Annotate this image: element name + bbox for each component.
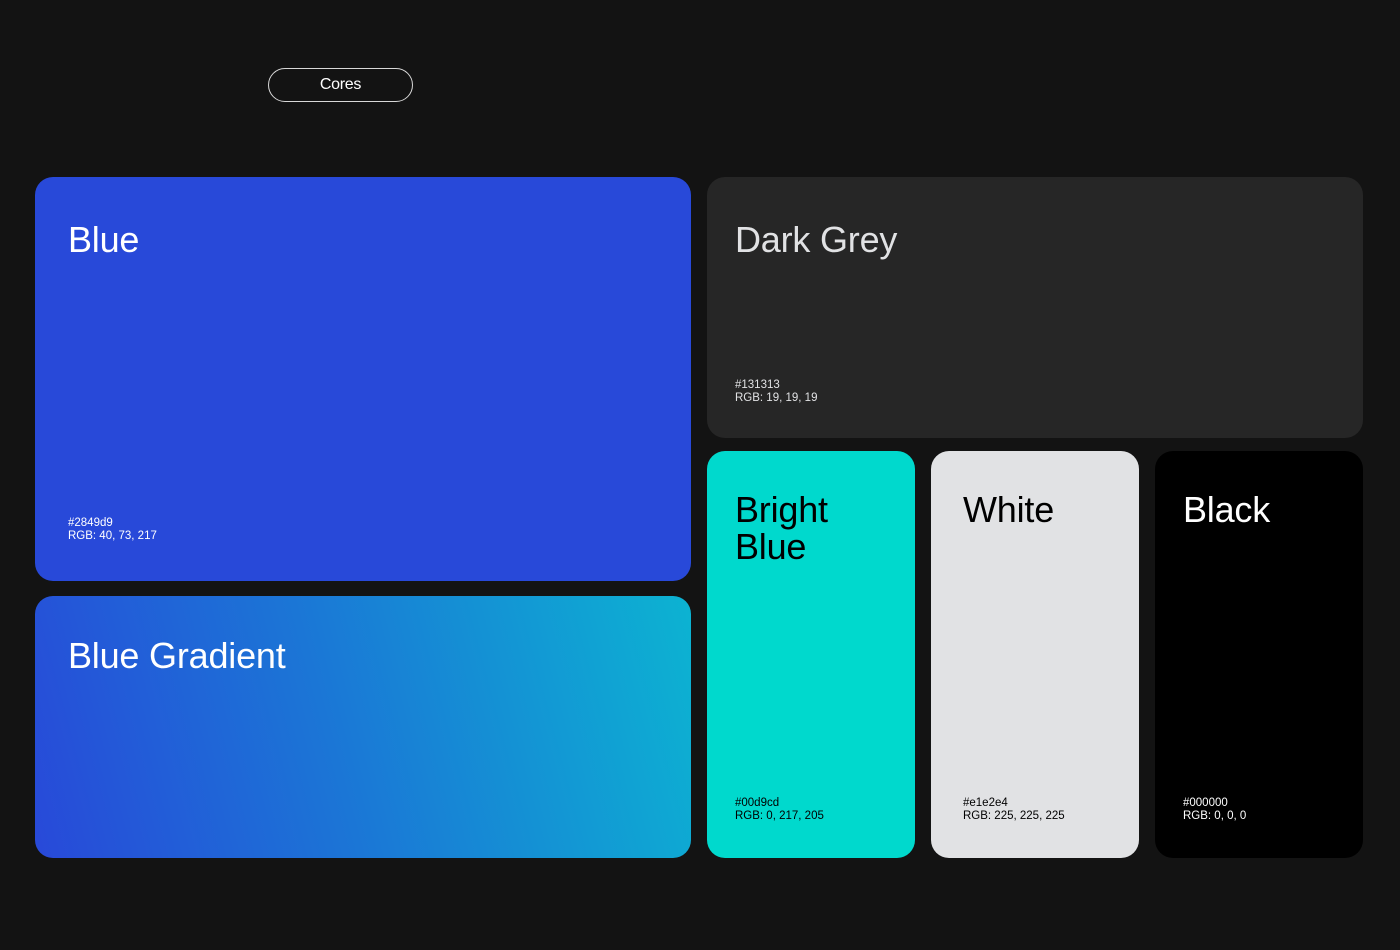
swatch-name: Black (1183, 489, 1271, 530)
swatch-hex: #00d9cd (735, 797, 780, 809)
swatch-hex: #2849d9 (68, 517, 113, 529)
swatch-name: Dark Grey (735, 219, 898, 260)
swatch-hex: #131313 (735, 379, 780, 391)
swatch-card-white: White #e1e2e4 RGB: 225, 225, 225 (931, 451, 1139, 858)
swatch-rgb: RGB: 0, 0, 0 (1183, 809, 1247, 822)
swatch-rgb: RGB: 40, 73, 217 (68, 529, 157, 542)
swatch-hex: #e1e2e4 (963, 797, 1008, 809)
swatch-codes: #00d9cd RGB: 0, 217, 205 (735, 797, 824, 822)
swatch-card-black: Black #000000 RGB: 0, 0, 0 (1155, 451, 1363, 858)
swatch-card-blue: Blue #2849d9 RGB: 40, 73, 217 (35, 177, 691, 581)
swatch-name: Blue Gradient (68, 635, 286, 676)
section-tag: Cores (268, 68, 413, 102)
swatch-rgb: RGB: 0, 217, 205 (735, 809, 824, 822)
swatch-name: Blue (68, 219, 140, 260)
section-tag-label: Cores (319, 76, 362, 93)
swatch-card-dark-grey: Dark Grey #131313 RGB: 19, 19, 19 (707, 177, 1363, 438)
swatch-rgb: RGB: 19, 19, 19 (735, 391, 818, 404)
swatch-card-blue-gradient: Blue Gradient (35, 596, 691, 858)
swatch-rgb: RGB: 225, 225, 225 (963, 809, 1065, 822)
swatch-codes: #e1e2e4 RGB: 225, 225, 225 (963, 797, 1065, 822)
swatch-name: Bright Blue (735, 489, 828, 567)
swatch-codes: #2849d9 RGB: 40, 73, 217 (68, 517, 157, 542)
swatch-hex: #000000 (1183, 797, 1228, 809)
swatch-codes: #131313 RGB: 19, 19, 19 (735, 379, 817, 404)
swatch-codes: #000000 RGB: 0, 0, 0 (1183, 797, 1246, 822)
swatch-card-bright-blue: Bright Blue #00d9cd RGB: 0, 217, 205 (707, 451, 915, 858)
swatch-name: White (963, 489, 1055, 530)
